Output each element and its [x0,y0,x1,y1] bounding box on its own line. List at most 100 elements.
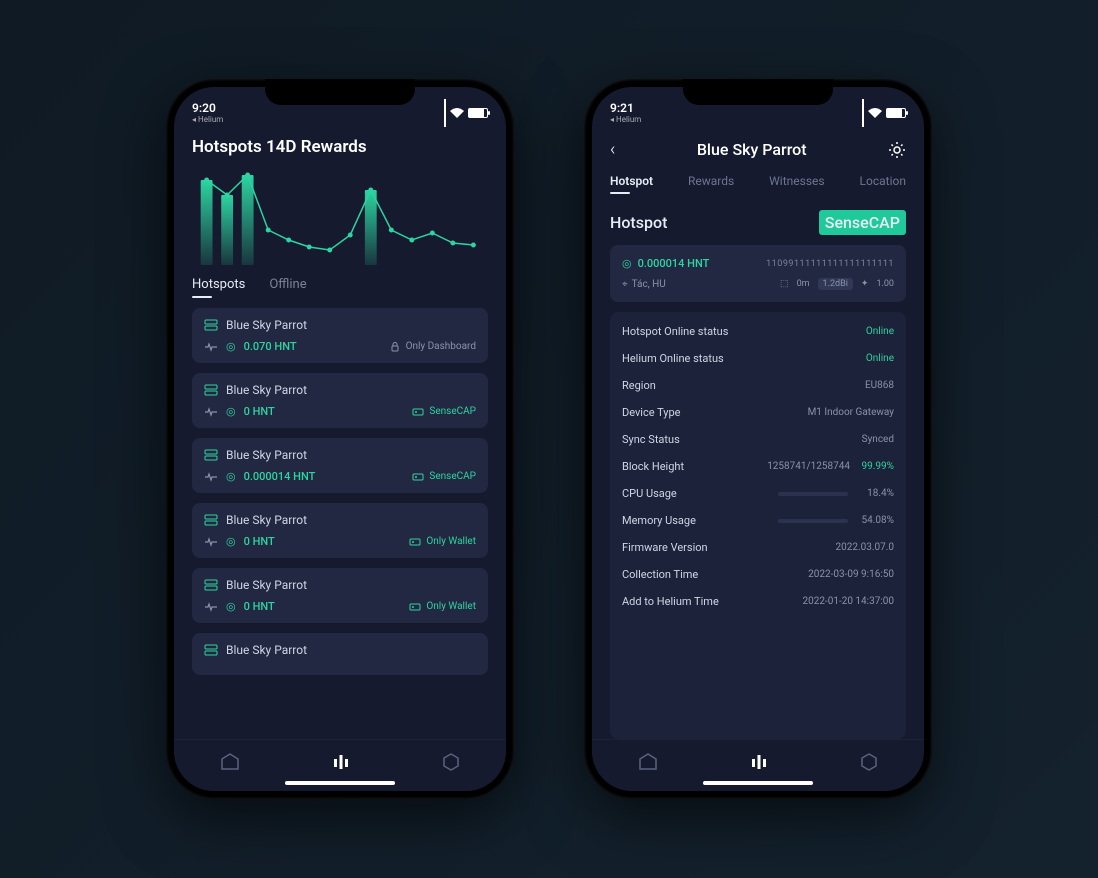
hotspot-card[interactable]: Blue Sky Parrot [192,633,488,675]
detail-label: Add to Helium Time [622,595,719,608]
activity-icon [204,602,218,612]
hnt-icon: ◎ [226,405,236,418]
detail-label: CPU Usage [622,487,677,500]
detail-row: Firmware Version 2022.03.07.0 [622,534,894,561]
tab-rewards[interactable]: Rewards [688,174,734,194]
detail-value: 1258741/1258744 [767,461,850,472]
hnt-value: 0 HNT [244,535,275,548]
tag-icon [412,406,424,418]
hnt-value: 0 HNT [244,600,275,613]
tag-label: Only Wallet [426,536,476,547]
hotspot-tag: Only Wallet [409,601,476,613]
detail-row: Add to Helium Time2022-01-20 14:37:00 [622,588,894,615]
tab-hotspot[interactable]: Hotspot [610,174,653,194]
activity-icon [204,537,218,547]
hotspot-name: Blue Sky Parrot [226,383,307,397]
detail-row: Device TypeM1 Indoor Gateway [622,399,894,426]
scale-value: 1.00 [876,279,894,289]
home-indicator[interactable] [703,781,813,785]
tag-label: SenseCAP [429,406,476,417]
hotspot-tag: SenseCAP [412,406,476,418]
nav-wallet-icon[interactable] [220,753,240,771]
details-panel[interactable]: Hotspot Online statusOnlineHelium Online… [610,312,906,739]
wifi-icon [450,108,464,118]
detail-header: ‹ Blue Sky Parrot [610,133,906,170]
page-title: Hotspots 14D Rewards [192,137,488,157]
detail-label: Hotspot Online status [622,325,728,338]
detail-row: Block Height 1258741/1258744 99.99% [622,453,894,480]
hnt-icon: ◎ [226,600,236,613]
detail-label: Sync Status [622,433,680,446]
tab-offline[interactable]: Offline [269,277,306,298]
detail-row: RegionEU868 [622,372,894,399]
nav-settings-icon[interactable] [442,753,460,771]
detail-label: Memory Usage [622,514,696,527]
device-icon [204,644,218,656]
detail-value: EU868 [865,380,894,391]
elevation-icon: ⬚ [780,279,789,289]
tab-witnesses[interactable]: Witnesses [769,174,824,194]
hotspot-card[interactable]: Blue Sky Parrot ◎ 0 HNT SenseCAP [192,373,488,428]
detail-row: Collection Time 2022-03-09 9:16:50 [622,561,894,588]
detail-label: Collection Time [622,568,698,581]
location-value: Tác, HU [632,279,666,290]
hotspot-card[interactable]: Blue Sky Parrot ◎ 0.000014 HNT SenseCAP [192,438,488,493]
hotspot-list[interactable]: Blue Sky Parrot ◎ 0.070 HNT Only Dashboa… [192,308,488,739]
status-icons [862,99,906,127]
hotspot-card[interactable]: Blue Sky Parrot ◎ 0 HNT Only Wallet [192,503,488,558]
detail-label: Helium Online status [622,352,724,365]
progress-value: 54.08% [856,515,894,526]
device-icon [204,514,218,526]
rewards-chart[interactable] [192,165,488,265]
nav-wallet-icon[interactable] [638,753,658,771]
screen-left: 9:20 ◂ Helium Hotspots 14D Rewards [174,87,506,791]
home-indicator[interactable] [285,781,395,785]
hotspot-card[interactable]: Blue Sky Parrot ◎ 0.070 HNT Only Dashboa… [192,308,488,363]
notch [683,79,833,105]
back-to-app[interactable]: ◂ Helium [610,116,641,124]
hnt-icon: ◎ [226,470,236,483]
hotspot-card[interactable]: Blue Sky Parrot ◎ 0 HNT Only Wallet [192,568,488,623]
nav-hotspots-icon[interactable] [749,753,769,771]
progress-track [778,519,848,523]
detail-extra: 99.99% [856,461,894,472]
tab-location[interactable]: Location [860,174,906,194]
nav-hotspots-icon[interactable] [331,753,351,771]
hotspot-name: Blue Sky Parrot [226,513,307,527]
section-title: Hotspot [610,213,667,232]
gear-icon[interactable] [888,141,906,159]
detail-row: Memory Usage 54.08% [622,507,894,534]
hotspot-tag: Only Wallet [409,536,476,548]
hotspot-tag: SenseCAP [412,471,476,483]
back-to-app[interactable]: ◂ Helium [192,116,223,124]
detail-value: 2022.03.07.0 [836,542,895,553]
hnt-value: 0.070 HNT [244,340,297,353]
tab-hotspots[interactable]: Hotspots [192,277,245,298]
activity-icon [204,472,218,482]
tag-icon [389,341,401,353]
hotspot-name: Blue Sky Parrot [226,448,307,462]
status-time: 9:21 [610,102,641,114]
summary-card: ◎ 0.000014 HNT 11099111111111111111111 ⌖… [610,245,906,302]
detail-value: Synced [862,434,894,445]
tag-label: Only Dashboard [406,341,476,352]
detail-label: Firmware Version [622,541,708,554]
nav-settings-icon[interactable] [860,753,878,771]
detail-tabs: Hotspot Rewards Witnesses Location [610,174,906,194]
back-button[interactable]: ‹ [610,139,615,160]
wallet-address[interactable]: 11099111111111111111111 [766,259,894,269]
activity-icon [204,407,218,417]
tag-label: SenseCAP [429,471,476,482]
hotspot-tag: Only Dashboard [389,341,476,353]
detail-row: Helium Online statusOnline [622,345,894,372]
detail-value: 2022-03-09 9:16:50 [808,569,894,580]
hnt-value: 0 HNT [244,405,275,418]
battery-icon [468,108,488,118]
detail-row: CPU Usage 18.4% [622,480,894,507]
status-time: 9:20 [192,102,223,114]
status-icons [444,99,488,127]
tag-icon [409,536,421,548]
signal-icon [862,99,864,127]
section-header: Hotspot SenseCAP [610,210,906,235]
hnt-icon: ◎ [226,535,236,548]
